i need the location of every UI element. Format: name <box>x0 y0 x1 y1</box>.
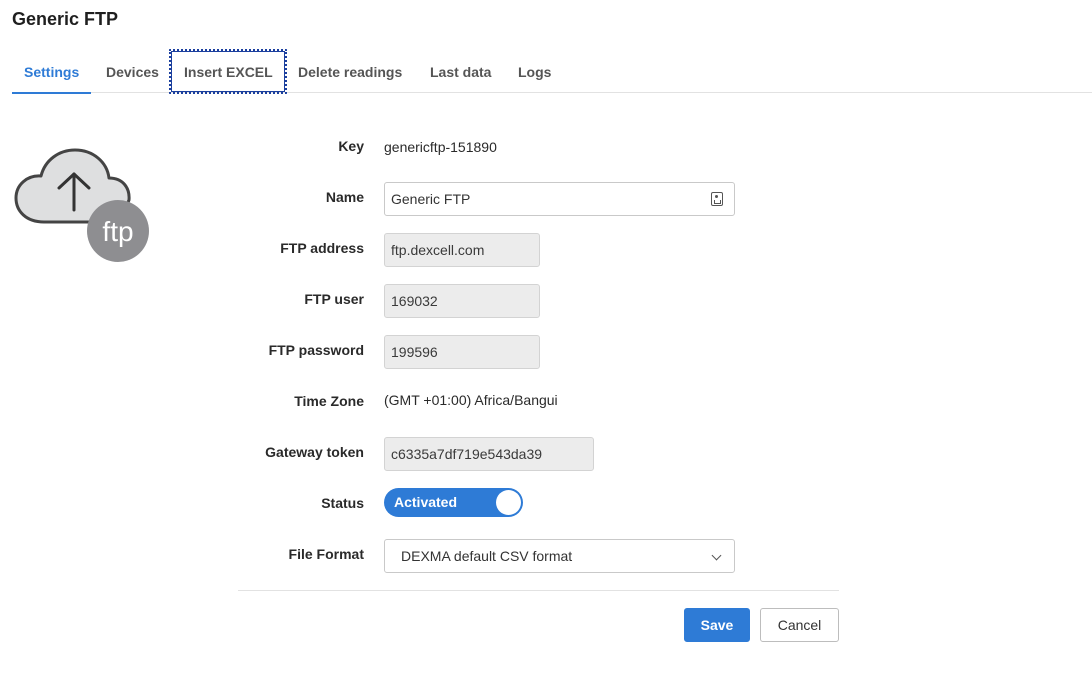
status-label: Status <box>321 495 364 511</box>
ftp-badge-text: ftp <box>102 216 133 247</box>
status-toggle-label: Activated <box>394 494 458 510</box>
tab-delete-readings[interactable]: Delete readings <box>298 52 402 93</box>
form-divider <box>238 590 839 591</box>
page-title: Generic FTP <box>12 9 119 29</box>
file-format-label: File Format <box>288 546 364 562</box>
file-format-select[interactable]: DEXMA default CSV format <box>384 539 735 573</box>
toggle-knob <box>496 490 521 515</box>
tab-devices[interactable]: Devices <box>106 52 159 93</box>
tab-last-data[interactable]: Last data <box>430 52 491 93</box>
ftp-address-label: FTP address <box>280 240 364 256</box>
ftp-address-field: ftp.dexcell.com <box>384 233 540 267</box>
cancel-button[interactable]: Cancel <box>760 608 839 642</box>
ftp-cloud-upload-icon: ftp <box>14 148 149 262</box>
contact-card-icon[interactable] <box>711 192 723 206</box>
tab-insert-excel[interactable]: Insert EXCEL <box>184 52 273 93</box>
status-toggle[interactable]: Activated <box>384 488 523 517</box>
chevron-down-icon <box>711 550 722 561</box>
ftp-password-field: 199596 <box>384 335 540 369</box>
ftp-user-field: 169032 <box>384 284 540 318</box>
time-zone-label: Time Zone <box>294 393 364 409</box>
time-zone-value: (GMT +01:00) Africa/Bangui <box>384 392 558 408</box>
key-value: genericftp-151890 <box>384 139 497 155</box>
ftp-password-label: FTP password <box>268 342 364 358</box>
file-format-value: DEXMA default CSV format <box>401 548 573 564</box>
name-label: Name <box>325 189 364 205</box>
tab-settings[interactable]: Settings <box>11 52 92 94</box>
gateway-token-label: Gateway token <box>265 444 364 460</box>
tab-bar: Settings Devices Insert EXCEL Delete rea… <box>11 52 1092 94</box>
gateway-token-field: c6335a7df719e543da39 <box>384 437 594 471</box>
ftp-user-label: FTP user <box>304 291 364 307</box>
save-button[interactable]: Save <box>684 608 750 642</box>
key-label: Key <box>338 138 364 154</box>
name-field[interactable]: Generic FTP <box>384 182 735 216</box>
tab-logs[interactable]: Logs <box>518 52 551 93</box>
